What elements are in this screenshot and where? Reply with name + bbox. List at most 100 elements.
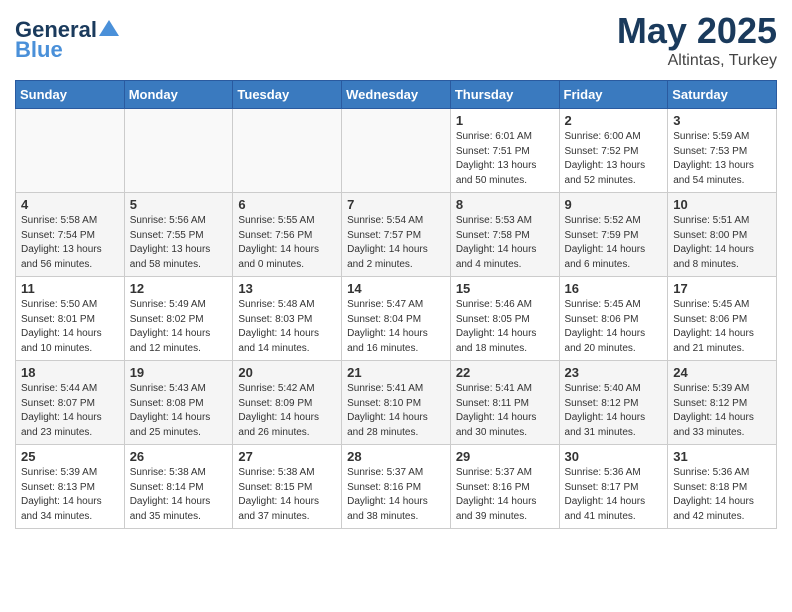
day-cell [342,109,451,193]
day-cell: 4 Sunrise: 5:58 AM Sunset: 7:54 PM Daylig… [16,193,125,277]
day-number: 12 [130,281,228,296]
day-number: 30 [565,449,663,464]
day-number: 18 [21,365,119,380]
day-info: Sunrise: 5:58 AM Sunset: 7:54 PM Dayligh… [21,214,119,272]
day-number: 28 [347,449,445,464]
logo-icon [99,18,119,38]
header-friday: Friday [559,81,668,109]
day-info: Sunrise: 5:46 AM Sunset: 8:05 PM Dayligh… [456,298,554,356]
calendar-subtitle: Altintas, Turkey [617,52,777,70]
day-cell: 17 Sunrise: 5:45 AM Sunset: 8:06 PM Dayli… [668,277,777,361]
day-cell: 19 Sunrise: 5:43 AM Sunset: 8:08 PM Dayli… [124,361,233,445]
day-number: 4 [21,197,119,212]
day-number: 8 [456,197,554,212]
day-number: 16 [565,281,663,296]
day-cell: 22 Sunrise: 5:41 AM Sunset: 8:11 PM Dayli… [450,361,559,445]
day-cell: 25Sunrise: 5:39 AM Sunset: 8:13 PM Dayli… [16,445,125,529]
header-monday: Monday [124,81,233,109]
day-info: Sunrise: 5:41 AM Sunset: 8:11 PM Dayligh… [456,382,554,440]
day-info: Sunrise: 5:37 AM Sunset: 8:16 PM Dayligh… [456,466,554,524]
day-cell: 31Sunrise: 5:36 AM Sunset: 8:18 PM Dayli… [668,445,777,529]
day-number: 19 [130,365,228,380]
week-row-2: 4 Sunrise: 5:58 AM Sunset: 7:54 PM Daylig… [16,193,777,277]
header-thursday: Thursday [450,81,559,109]
day-number: 26 [130,449,228,464]
day-number: 15 [456,281,554,296]
day-number: 6 [238,197,336,212]
day-cell: 26 Sunrise: 5:38 AM Sunset: 8:14 PM Dayli… [124,445,233,529]
day-cell [124,109,233,193]
day-number: 22 [456,365,554,380]
day-info: Sunrise: 5:48 AM Sunset: 8:03 PM Dayligh… [238,298,336,356]
day-number: 29 [456,449,554,464]
day-cell: 11Sunrise: 5:50 AM Sunset: 8:01 PM Dayli… [16,277,125,361]
day-cell: 28Sunrise: 5:37 AM Sunset: 8:16 PM Dayli… [342,445,451,529]
day-number: 1 [456,113,554,128]
day-cell: 10Sunrise: 5:51 AM Sunset: 8:00 PM Dayli… [668,193,777,277]
day-cell: 15 Sunrise: 5:46 AM Sunset: 8:05 PM Dayli… [450,277,559,361]
day-cell: 6 Sunrise: 5:55 AM Sunset: 7:56 PM Daylig… [233,193,342,277]
day-cell: 30 Sunrise: 5:36 AM Sunset: 8:17 PM Dayli… [559,445,668,529]
day-info: Sunrise: 5:38 AM Sunset: 8:15 PM Dayligh… [238,466,336,524]
day-number: 5 [130,197,228,212]
day-number: 10 [673,197,771,212]
day-info: Sunrise: 5:40 AM Sunset: 8:12 PM Dayligh… [565,382,663,440]
calendar-title: May 2025 [617,10,777,52]
day-info: Sunrise: 5:54 AM Sunset: 7:57 PM Dayligh… [347,214,445,272]
week-row-5: 25Sunrise: 5:39 AM Sunset: 8:13 PM Dayli… [16,445,777,529]
day-info: Sunrise: 5:38 AM Sunset: 8:14 PM Dayligh… [130,466,228,524]
day-cell: 2 Sunrise: 6:00 AM Sunset: 7:52 PM Daylig… [559,109,668,193]
day-info: Sunrise: 5:41 AM Sunset: 8:10 PM Dayligh… [347,382,445,440]
day-info: Sunrise: 5:43 AM Sunset: 8:08 PM Dayligh… [130,382,228,440]
logo: General Blue [15,17,119,63]
day-number: 23 [565,365,663,380]
header-row: Sunday Monday Tuesday Wednesday Thursday… [16,81,777,109]
day-cell [16,109,125,193]
day-cell: 13Sunrise: 5:48 AM Sunset: 8:03 PM Dayli… [233,277,342,361]
title-section: May 2025 Altintas, Turkey [617,10,777,70]
header-tuesday: Tuesday [233,81,342,109]
day-info: Sunrise: 5:39 AM Sunset: 8:12 PM Dayligh… [673,382,771,440]
day-info: Sunrise: 5:36 AM Sunset: 8:17 PM Dayligh… [565,466,663,524]
day-info: Sunrise: 5:36 AM Sunset: 8:18 PM Dayligh… [673,466,771,524]
day-info: Sunrise: 5:55 AM Sunset: 7:56 PM Dayligh… [238,214,336,272]
day-cell: 5Sunrise: 5:56 AM Sunset: 7:55 PM Daylig… [124,193,233,277]
day-number: 3 [673,113,771,128]
header: General Blue May 2025 Altintas, Turkey [15,10,777,70]
day-info: Sunrise: 6:00 AM Sunset: 7:52 PM Dayligh… [565,130,663,188]
day-cell: 1 Sunrise: 6:01 AM Sunset: 7:51 PM Daylig… [450,109,559,193]
day-info: Sunrise: 5:59 AM Sunset: 7:53 PM Dayligh… [673,130,771,188]
day-cell: 24 Sunrise: 5:39 AM Sunset: 8:12 PM Dayli… [668,361,777,445]
week-row-4: 18Sunrise: 5:44 AM Sunset: 8:07 PM Dayli… [16,361,777,445]
day-cell: 18Sunrise: 5:44 AM Sunset: 8:07 PM Dayli… [16,361,125,445]
calendar-body: 1 Sunrise: 6:01 AM Sunset: 7:51 PM Daylig… [16,109,777,529]
day-info: Sunrise: 5:47 AM Sunset: 8:04 PM Dayligh… [347,298,445,356]
day-cell: 3 Sunrise: 5:59 AM Sunset: 7:53 PM Daylig… [668,109,777,193]
logo-mark: General Blue [15,17,119,63]
day-cell: 16 Sunrise: 5:45 AM Sunset: 8:06 PM Dayli… [559,277,668,361]
day-number: 20 [238,365,336,380]
day-cell: 21 Sunrise: 5:41 AM Sunset: 8:10 PM Dayli… [342,361,451,445]
day-number: 21 [347,365,445,380]
day-info: Sunrise: 5:53 AM Sunset: 7:58 PM Dayligh… [456,214,554,272]
week-row-3: 11Sunrise: 5:50 AM Sunset: 8:01 PM Dayli… [16,277,777,361]
header-sunday: Sunday [16,81,125,109]
day-number: 25 [21,449,119,464]
day-number: 24 [673,365,771,380]
day-cell: 20Sunrise: 5:42 AM Sunset: 8:09 PM Dayli… [233,361,342,445]
day-number: 14 [347,281,445,296]
day-info: Sunrise: 5:45 AM Sunset: 8:06 PM Dayligh… [565,298,663,356]
day-number: 2 [565,113,663,128]
page: General Blue May 2025 Altintas, Turkey S… [0,0,792,539]
day-info: Sunrise: 5:49 AM Sunset: 8:02 PM Dayligh… [130,298,228,356]
header-saturday: Saturday [668,81,777,109]
day-cell: 12 Sunrise: 5:49 AM Sunset: 8:02 PM Dayli… [124,277,233,361]
day-info: Sunrise: 6:01 AM Sunset: 7:51 PM Dayligh… [456,130,554,188]
day-cell: 9Sunrise: 5:52 AM Sunset: 7:59 PM Daylig… [559,193,668,277]
day-cell: 23 Sunrise: 5:40 AM Sunset: 8:12 PM Dayli… [559,361,668,445]
day-cell [233,109,342,193]
day-cell: 29 Sunrise: 5:37 AM Sunset: 8:16 PM Dayli… [450,445,559,529]
calendar-header: Sunday Monday Tuesday Wednesday Thursday… [16,81,777,109]
day-number: 17 [673,281,771,296]
day-info: Sunrise: 5:45 AM Sunset: 8:06 PM Dayligh… [673,298,771,356]
